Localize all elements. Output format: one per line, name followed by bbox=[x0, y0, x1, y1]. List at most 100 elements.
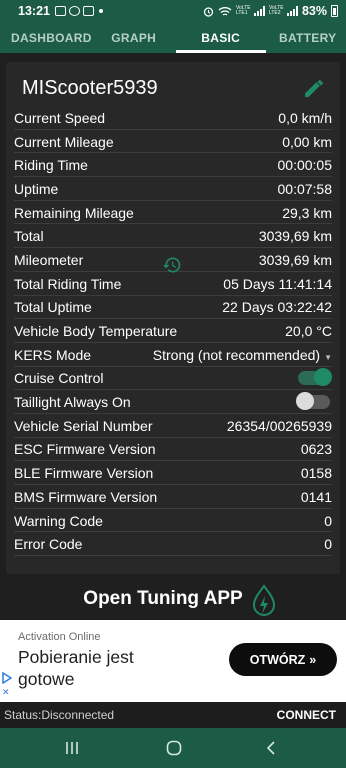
row-serial-number: Vehicle Serial Number 26354/00265939 bbox=[6, 414, 340, 438]
device-name: MIScooter5939 bbox=[22, 77, 158, 99]
row-label: Vehicle Serial Number bbox=[14, 417, 153, 434]
row-body-temperature: Vehicle Body Temperature 20,0 °C bbox=[6, 319, 340, 343]
row-value: 0 bbox=[324, 512, 332, 529]
row-label: Riding Time bbox=[14, 157, 88, 174]
back-icon[interactable] bbox=[262, 738, 282, 758]
toggle-knob bbox=[296, 392, 314, 411]
row-label: KERS Mode bbox=[14, 346, 92, 363]
wifi-icon bbox=[218, 6, 232, 16]
row-taillight: Taillight Always On bbox=[6, 390, 340, 414]
messenger-icon bbox=[68, 6, 80, 16]
open-tuning-label: Open Tuning APP bbox=[83, 588, 243, 609]
row-bms-firmware: BMS Firmware Version 0141 bbox=[6, 485, 340, 509]
row-current-mileage: Current Mileage 0,00 km bbox=[6, 130, 340, 154]
app-notification-icon bbox=[82, 6, 94, 16]
row-error-code: Error Code 0 bbox=[6, 532, 340, 556]
tab-basic[interactable]: BASIC bbox=[175, 22, 266, 53]
battery-icon bbox=[331, 5, 338, 17]
tab-battery[interactable]: BATTERY bbox=[266, 22, 346, 53]
row-value: 00:07:58 bbox=[277, 180, 333, 197]
status-time: 13:21 bbox=[18, 4, 50, 18]
home-icon[interactable] bbox=[164, 738, 184, 758]
network-label-2: VoLTE LTE2 bbox=[268, 5, 284, 16]
row-kers-mode[interactable]: KERS Mode Strong (not recommended) ▼ bbox=[6, 343, 340, 367]
notification-icons bbox=[54, 6, 103, 16]
row-value: 0,00 km bbox=[282, 133, 332, 150]
status-bar: 13:21 VoLTE LTE1 VoLTE LTE2 83% bbox=[0, 0, 346, 22]
tab-graph[interactable]: GRAPH bbox=[92, 22, 176, 53]
row-label: Vehicle Body Temperature bbox=[14, 323, 178, 340]
row-total-uptime: Total Uptime 22 Days 03:22:42 bbox=[6, 296, 340, 320]
toggle-knob bbox=[314, 368, 332, 387]
tuning-bolt-icon[interactable] bbox=[250, 584, 278, 620]
row-label: Current Mileage bbox=[14, 133, 114, 150]
ad-banner[interactable]: Activation Online Pobieranie jest gotowe… bbox=[0, 620, 346, 702]
row-label: BMS Firmware Version bbox=[14, 488, 158, 505]
kers-mode-select[interactable]: Strong (not recommended) ▼ bbox=[153, 347, 332, 363]
signal-icon-2 bbox=[286, 6, 298, 16]
row-value: 0158 bbox=[300, 465, 332, 482]
taillight-toggle[interactable] bbox=[296, 392, 330, 411]
row-uptime: Uptime 00:07:58 bbox=[6, 177, 340, 201]
dropdown-arrow-icon: ▼ bbox=[324, 352, 332, 362]
row-total: Total 3039,69 km bbox=[6, 224, 340, 248]
ad-open-label: OTWÓRZ bbox=[249, 652, 306, 667]
row-total-riding-time: Total Riding Time 05 Days 11:41:14 bbox=[6, 272, 340, 296]
connect-button[interactable]: CONNECT bbox=[277, 708, 336, 722]
info-card: MIScooter5939 Current Speed 0,0 km/h Curr… bbox=[6, 62, 340, 574]
row-label: Total bbox=[14, 228, 44, 245]
ad-open-button[interactable]: OTWÓRZ» bbox=[229, 643, 337, 676]
alarm-icon bbox=[203, 6, 214, 17]
row-value: 0623 bbox=[300, 441, 332, 458]
row-value: 00:00:05 bbox=[277, 157, 333, 174]
reset-history-icon[interactable] bbox=[162, 255, 182, 275]
more-notifications-icon bbox=[98, 9, 103, 13]
row-value: 0141 bbox=[300, 488, 332, 505]
row-value: 29,3 km bbox=[282, 204, 332, 221]
row-cruise-control: Cruise Control bbox=[6, 367, 340, 391]
row-label: Uptime bbox=[14, 180, 59, 197]
recents-icon[interactable] bbox=[62, 738, 82, 758]
row-value: 3039,69 km bbox=[258, 251, 332, 268]
row-label: Total Uptime bbox=[14, 299, 92, 316]
row-riding-time: Riding Time 00:00:05 bbox=[6, 153, 340, 177]
row-value: 22 Days 03:22:42 bbox=[222, 299, 332, 316]
row-remaining-mileage: Remaining Mileage 29,3 km bbox=[6, 201, 340, 225]
row-label: Current Speed bbox=[14, 109, 106, 126]
kers-mode-value: Strong (not recommended) bbox=[152, 346, 321, 363]
adchoices-icon[interactable] bbox=[2, 672, 12, 684]
row-label: Remaining Mileage bbox=[14, 204, 134, 221]
info-list: Current Speed 0,0 km/h Current Mileage 0,0… bbox=[6, 106, 340, 556]
ad-title: Pobieranie jest gotowe bbox=[18, 647, 134, 689]
gallery-icon bbox=[54, 6, 66, 16]
open-tuning-app-button[interactable]: Open Tuning APP bbox=[0, 588, 346, 618]
row-current-speed: Current Speed 0,0 km/h bbox=[6, 106, 340, 130]
row-label: Cruise Control bbox=[14, 370, 104, 387]
system-nav-bar bbox=[0, 728, 346, 768]
ad-close-icon[interactable]: ✕ bbox=[2, 687, 10, 698]
row-label: Total Riding Time bbox=[14, 275, 122, 292]
row-value: 0 bbox=[324, 536, 332, 553]
signal-icon-1 bbox=[253, 6, 265, 16]
tab-dashboard[interactable]: DASHBOARD bbox=[0, 22, 92, 53]
row-value: 20,0 °C bbox=[285, 323, 332, 340]
network-label-1: VoLTE LTE1 bbox=[235, 5, 251, 16]
row-value: 0,0 km/h bbox=[278, 109, 332, 126]
row-value: 3039,69 km bbox=[258, 228, 332, 245]
row-label: Taillight Always On bbox=[14, 394, 131, 411]
cruise-control-toggle[interactable] bbox=[298, 368, 332, 387]
row-label: Warning Code bbox=[14, 512, 103, 529]
row-value: 26354/00265939 bbox=[226, 417, 332, 434]
connection-status: Status:Disconnected bbox=[4, 708, 115, 722]
row-label: BLE Firmware Version bbox=[14, 465, 154, 482]
row-label: ESC Firmware Version bbox=[14, 441, 156, 458]
status-right: VoLTE LTE1 VoLTE LTE2 83% bbox=[203, 4, 338, 18]
tab-bar: DASHBOARD GRAPH BASIC BATTERY bbox=[0, 22, 346, 53]
row-ble-firmware: BLE Firmware Version 0158 bbox=[6, 461, 340, 485]
ad-advertiser: Activation Online bbox=[18, 631, 101, 643]
row-label: Error Code bbox=[14, 536, 83, 553]
row-esc-firmware: ESC Firmware Version 0623 bbox=[6, 438, 340, 462]
connection-bar: Status:Disconnected CONNECT bbox=[0, 702, 346, 728]
edit-pencil-icon[interactable] bbox=[302, 76, 326, 100]
double-chevron-icon: » bbox=[309, 652, 317, 667]
